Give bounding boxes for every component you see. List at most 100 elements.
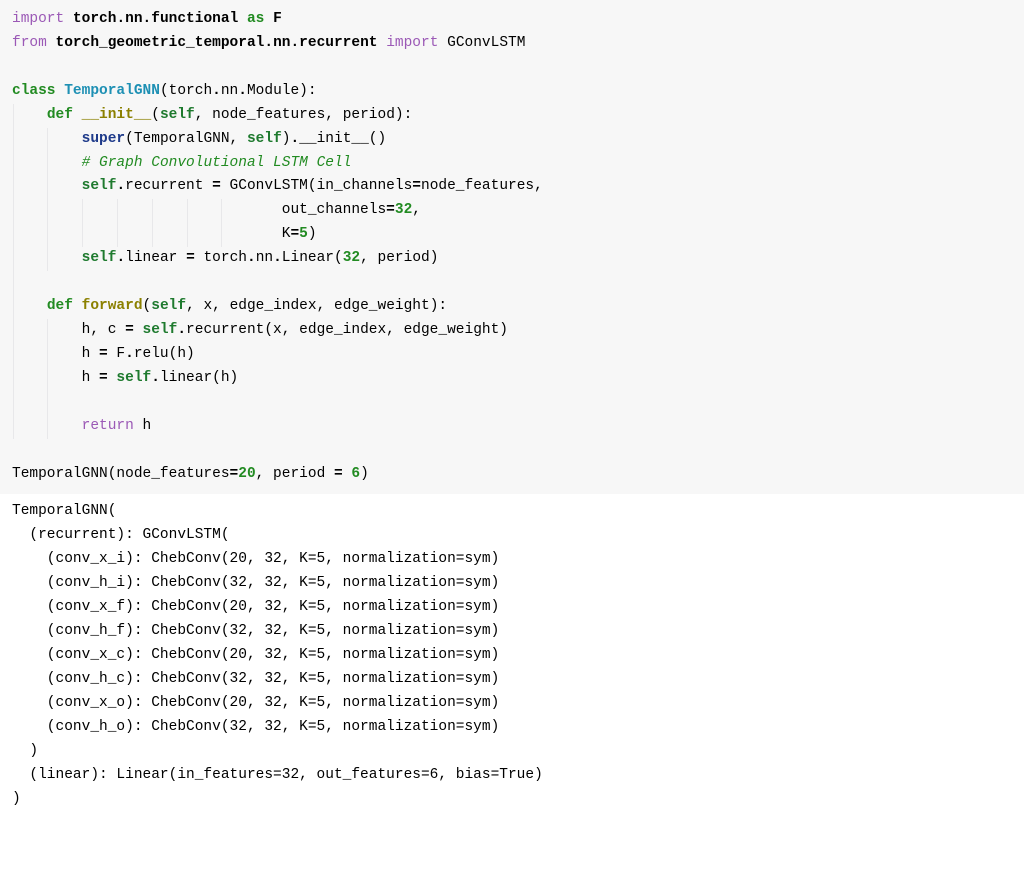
code-token: F (108, 346, 125, 362)
code-token: GConvLSTM (447, 35, 525, 51)
code-token: # Graph Convolutional LSTM Cell (82, 155, 352, 171)
code-token: torch (73, 11, 117, 27)
code-token: h (12, 346, 99, 362)
code-token: linear (125, 250, 186, 266)
code-token: nn (221, 83, 238, 99)
code-token: = (230, 466, 239, 482)
code-token: class (12, 83, 56, 99)
output-line: (conv_h_c): ChebConv(32, 32, K=5, normal… (12, 668, 1012, 692)
code-token: , node_features, period): (195, 107, 413, 123)
output-line: (conv_x_c): ChebConv(20, 32, K=5, normal… (12, 644, 1012, 668)
code-token: forward (82, 298, 143, 314)
output-line: (conv_x_f): ChebConv(20, 32, K=5, normal… (12, 596, 1012, 620)
code-token: recurrent (125, 178, 212, 194)
code-token: = (125, 322, 134, 338)
code-token: ( (160, 83, 169, 99)
code-token (47, 35, 56, 51)
code-line: TemporalGNN(node_features=20, period = 6… (12, 463, 1012, 487)
code-token: recurrent(x, edge_index, edge_weight) (186, 322, 508, 338)
output-line: (conv_x_o): ChebConv(20, 32, K=5, normal… (12, 692, 1012, 716)
code-token: recurrent (299, 35, 377, 51)
code-token: . (116, 11, 125, 27)
code-token: = (212, 178, 221, 194)
code-token (264, 11, 273, 27)
code-token: def (47, 298, 73, 314)
code-token: out_channels (12, 202, 386, 218)
code-token: = (99, 346, 108, 362)
code-token: Module): (247, 83, 317, 99)
code-token: . (247, 250, 256, 266)
code-token: as (247, 11, 264, 27)
code-token: TemporalGNN(node_features (12, 466, 230, 482)
output-line: ) (12, 740, 1012, 764)
code-token (12, 418, 82, 434)
code-token: self (151, 298, 186, 314)
code-line: K=5) (12, 223, 1012, 247)
code-line: super(TemporalGNN, self).__init__() (12, 128, 1012, 152)
code-token: 32 (343, 250, 360, 266)
code-token: . (151, 370, 160, 386)
code-token: . (290, 35, 299, 51)
code-token: (TemporalGNN, (125, 131, 247, 147)
code-token: from (12, 35, 47, 51)
code-token: return (82, 418, 134, 434)
code-token: self (82, 250, 117, 266)
code-line: import torch.nn.functional as F (12, 8, 1012, 32)
code-token (73, 298, 82, 314)
code-token: , (412, 202, 421, 218)
code-token: = (290, 226, 299, 242)
code-token: = (412, 178, 421, 194)
code-line: h, c = self.recurrent(x, edge_index, edg… (12, 319, 1012, 343)
code-token: . (273, 250, 282, 266)
code-token: = (186, 250, 195, 266)
code-token: def (47, 107, 73, 123)
code-token: Linear( (282, 250, 343, 266)
code-token (12, 107, 47, 123)
code-token: nn (256, 250, 273, 266)
code-token: F (273, 11, 282, 27)
output-line: (conv_h_i): ChebConv(32, 32, K=5, normal… (12, 572, 1012, 596)
code-token: torch_geometric_temporal (56, 35, 265, 51)
code-line (12, 56, 1012, 80)
code-token: __init__ (82, 107, 152, 123)
code-token: linear(h) (160, 370, 238, 386)
code-line: return h (12, 415, 1012, 439)
code-cell: import torch.nn.functional as Ffrom torc… (0, 0, 1024, 494)
code-token: . (116, 250, 125, 266)
code-token: self (160, 107, 195, 123)
code-token: . (290, 131, 299, 147)
code-token: import (386, 35, 438, 51)
code-token: GConvLSTM(in_channels (221, 178, 412, 194)
code-line: self.recurrent = GConvLSTM(in_channels=n… (12, 175, 1012, 199)
code-token: 20 (238, 466, 255, 482)
code-token (12, 155, 82, 171)
code-line: from torch_geometric_temporal.nn.recurre… (12, 32, 1012, 56)
code-token (12, 178, 82, 194)
code-line: class TemporalGNN(torch.nn.Module): (12, 80, 1012, 104)
code-token: ( (151, 107, 160, 123)
code-token (12, 131, 82, 147)
code-token: 6 (351, 466, 360, 482)
code-line: def forward(self, x, edge_index, edge_we… (12, 295, 1012, 319)
code-token: self (116, 370, 151, 386)
code-token: K (12, 226, 290, 242)
output-line: (recurrent): GConvLSTM( (12, 524, 1012, 548)
code-token (134, 322, 143, 338)
code-token: = (99, 370, 108, 386)
code-token (12, 298, 47, 314)
code-token: . (264, 35, 273, 51)
code-token: self (143, 322, 178, 338)
code-token: node_features, (421, 178, 543, 194)
code-token (64, 11, 73, 27)
code-token: torch (169, 83, 213, 99)
code-line (12, 439, 1012, 463)
code-token: __init__() (299, 131, 386, 147)
code-token (56, 83, 65, 99)
code-token: , period) (360, 250, 438, 266)
code-token: h, c (12, 322, 125, 338)
code-token: h (12, 370, 99, 386)
code-line: self.linear = torch.nn.Linear(32, period… (12, 247, 1012, 271)
code-token: super (82, 131, 126, 147)
code-token (438, 35, 447, 51)
code-token: = (334, 466, 343, 482)
